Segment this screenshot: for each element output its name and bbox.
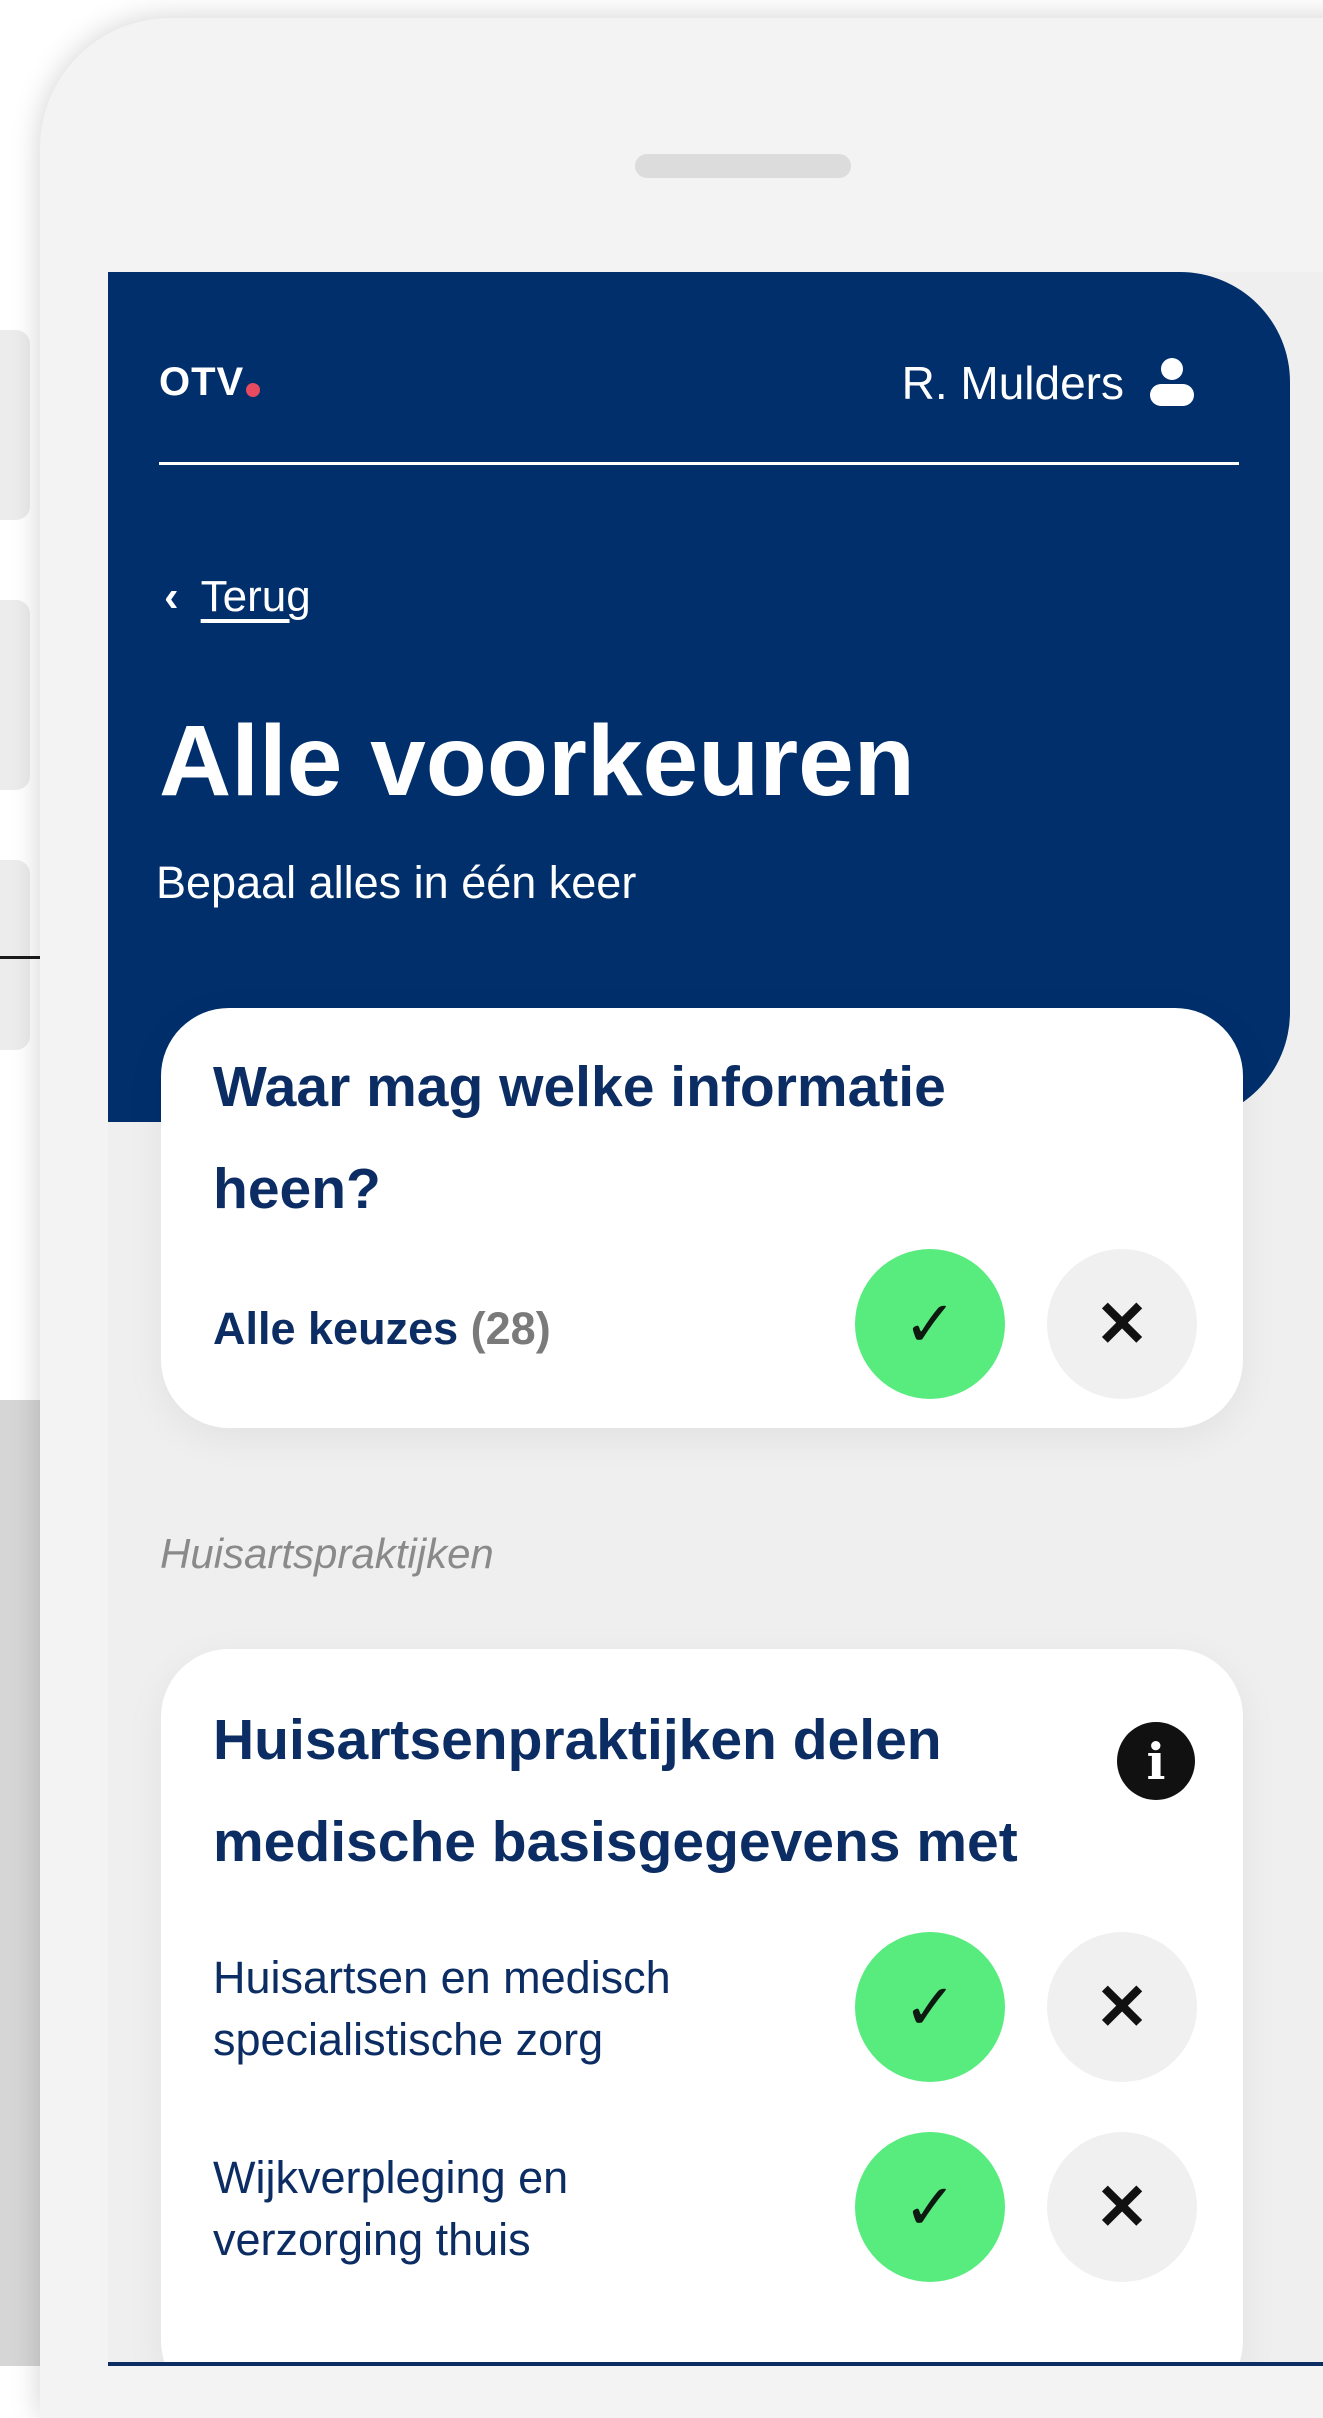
all-choices-text: Alle keuzes (213, 1303, 459, 1354)
decline-button[interactable]: ✕ (1047, 1932, 1197, 2082)
check-icon: ✓ (903, 1287, 957, 1360)
chevron-left-icon: ‹ (164, 572, 179, 621)
close-icon: ✕ (1095, 2170, 1149, 2243)
all-choices-label: Alle keuzes (28) (213, 1298, 551, 1360)
page-title: Alle voorkeuren (159, 705, 915, 817)
summary-card: Waar mag welke informatie heen? Alle keu… (161, 1008, 1243, 1428)
accept-button[interactable]: ✓ (855, 2132, 1005, 2282)
all-choices-count: (28) (470, 1303, 551, 1354)
background-card (0, 860, 30, 1050)
bottom-edge (108, 2362, 1323, 2366)
header-divider (159, 462, 1239, 465)
decline-all-button[interactable]: ✕ (1047, 1249, 1197, 1399)
background-panel (0, 1400, 40, 2366)
close-icon: ✕ (1095, 1287, 1149, 1360)
practice-card-title: Huisartsenpraktijken delen medische basi… (213, 1708, 1018, 1874)
user-icon (1150, 358, 1194, 408)
practice-card: Huisartsenpraktijken delen medische basi… (161, 1649, 1243, 2366)
app-screen: OTV R. Mulders ‹ Terug Alle voorkeuren B… (108, 272, 1323, 2366)
app-logo[interactable]: OTV (159, 360, 261, 405)
summary-card-title: Waar mag welke informatie heen? (213, 1055, 946, 1221)
check-icon: ✓ (903, 2170, 957, 2243)
user-name: R. Mulders (901, 357, 1124, 409)
accept-button[interactable]: ✓ (855, 1932, 1005, 2082)
logo-text: OTV (159, 360, 245, 404)
section-label: Huisartspraktijken (160, 1530, 494, 1577)
background-card (0, 330, 30, 520)
back-label: Terug (200, 572, 311, 621)
accept-all-button[interactable]: ✓ (855, 1249, 1005, 1399)
preference-row-label: Huisartsen en medisch specialistische zo… (213, 1952, 671, 2065)
page-header: OTV R. Mulders ‹ Terug Alle voorkeuren B… (108, 272, 1290, 1122)
info-icon[interactable]: i (1117, 1722, 1195, 1800)
logo-dot-icon (246, 383, 261, 397)
page-subtitle: Bepaal alles in één keer (156, 857, 637, 908)
decline-button[interactable]: ✕ (1047, 2132, 1197, 2282)
back-link[interactable]: ‹ Terug (164, 572, 311, 622)
check-icon: ✓ (903, 1970, 957, 2043)
close-icon: ✕ (1095, 1970, 1149, 2043)
background-card (0, 600, 30, 790)
phone-notch (635, 154, 851, 178)
user-account[interactable]: R. Mulders (901, 356, 1194, 410)
preference-row-label: Wijkverpleging en verzorging thuis (213, 2152, 569, 2265)
